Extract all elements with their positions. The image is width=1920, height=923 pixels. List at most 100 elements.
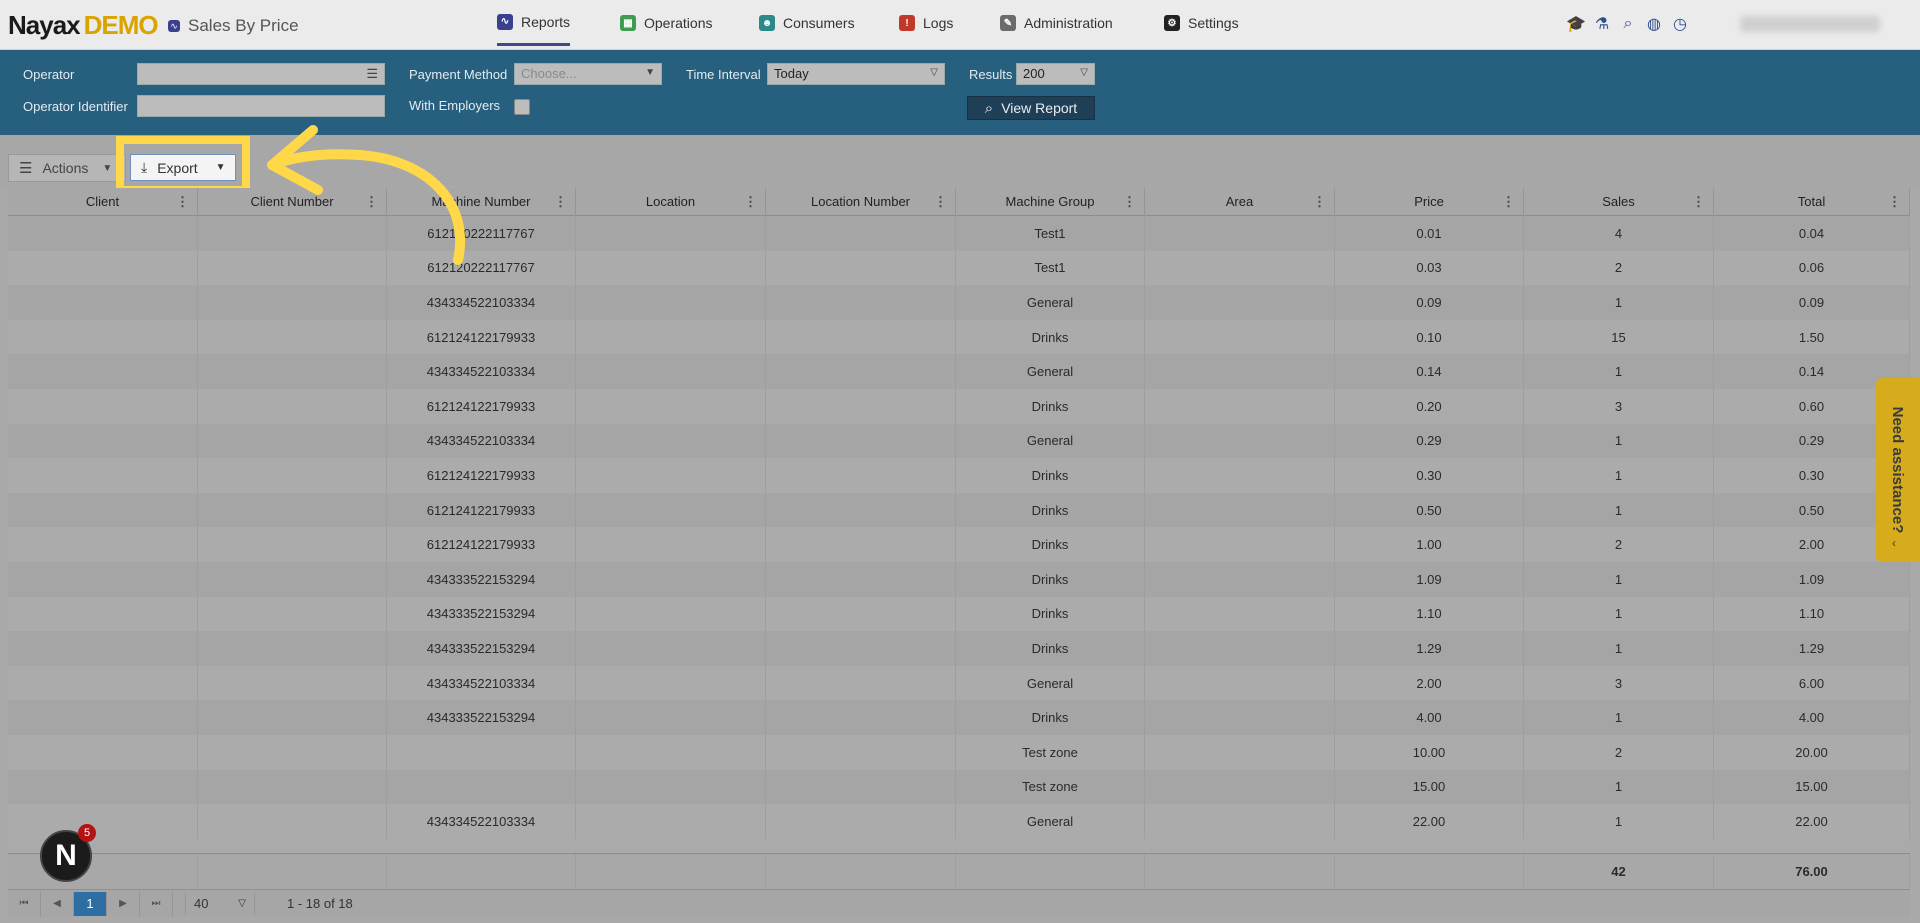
table-cell (198, 250, 387, 286)
academy-icon[interactable]: 🎓 (1566, 14, 1586, 34)
actions-button[interactable]: ☰ Actions ▼ (8, 154, 126, 182)
logs-icon: ! (899, 15, 915, 31)
view-report-button[interactable]: ⌕ View Report (967, 96, 1095, 120)
globe-icon[interactable]: ◍ (1644, 14, 1664, 34)
table-cell: Test zone (956, 769, 1145, 805)
column-header[interactable]: Sales ⋮ (1524, 188, 1714, 216)
nav-consumers[interactable]: ☻ Consumers (759, 0, 855, 46)
table-row[interactable]: 434334522103334 General 0.14 1 0.14 (8, 354, 1910, 389)
table-cell (1145, 596, 1335, 632)
nav-reports[interactable]: ∿ Reports (497, 0, 571, 46)
totals-cell (956, 854, 1145, 888)
table-row[interactable]: Test zone 15.00 1 15.00 (8, 769, 1910, 805)
prev-page-button[interactable]: ◀ (41, 890, 74, 917)
with-employers-checkbox[interactable] (514, 99, 530, 115)
table-row[interactable]: 434334522103334 General 22.00 1 22.00 (8, 804, 1910, 839)
lab-icon[interactable]: ⚗ (1592, 14, 1612, 34)
results-select[interactable]: 200 ▽ (1016, 63, 1095, 85)
table-row[interactable]: 434333522153294 Drinks 4.00 1 4.00 (8, 700, 1910, 735)
top-bar: Nayax DEMO ∿ Sales By Price ∿ Reports ▦ O… (0, 0, 1920, 50)
table-cell (766, 769, 956, 805)
table-cell (1145, 804, 1335, 839)
grid-totals-row: 42 76.00 (8, 853, 1910, 888)
nayax-logo[interactable]: Nayax DEMO (8, 10, 159, 41)
column-menu-icon[interactable]: ⋮ (1502, 188, 1515, 216)
operator-identifier-input[interactable] (137, 95, 385, 117)
nav-administration[interactable]: ✎ Administration (1000, 0, 1113, 46)
last-page-button[interactable]: ⏭ (140, 890, 173, 917)
page-size-select[interactable]: 40 ▽ (185, 892, 255, 915)
table-cell: 1 (1524, 769, 1714, 805)
table-cell: Drinks (956, 700, 1145, 735)
column-header[interactable]: Client Number ⋮ (198, 188, 387, 216)
column-menu-icon[interactable]: ⋮ (744, 188, 757, 216)
table-row[interactable]: 434334522103334 General 2.00 3 6.00 (8, 665, 1910, 701)
table-row[interactable]: 434333522153294 Drinks 1.10 1 1.10 (8, 596, 1910, 632)
table-cell: 1.50 (1714, 319, 1910, 355)
notifications-widget[interactable]: N 5 (40, 824, 96, 884)
column-header[interactable]: Price ⋮ (1335, 188, 1524, 216)
table-row[interactable]: 434334522103334 General 0.09 1 0.09 (8, 285, 1910, 320)
column-menu-icon[interactable]: ⋮ (176, 188, 189, 216)
table-row[interactable]: 434333522153294 Drinks 1.09 1 1.09 (8, 562, 1910, 597)
table-cell (1145, 216, 1335, 251)
table-cell: 0.20 (1335, 389, 1524, 424)
search-icon[interactable]: ⌕ (1618, 14, 1638, 34)
table-row[interactable]: 612124122179933 Drinks 0.30 1 0.30 (8, 458, 1910, 493)
current-page-button[interactable]: 1 (74, 891, 107, 916)
nav-settings[interactable]: ⚙ Settings (1164, 0, 1239, 46)
table-row[interactable]: 612120222117767 Test1 0.03 2 0.06 (8, 250, 1910, 286)
column-header[interactable]: Machine Group ⋮ (956, 188, 1145, 216)
table-row[interactable]: 612124122179933 Drinks 1.00 2 2.00 (8, 527, 1910, 562)
column-menu-icon[interactable]: ⋮ (934, 188, 947, 216)
settings-icon: ⚙ (1164, 15, 1180, 31)
column-menu-icon[interactable]: ⋮ (1888, 188, 1901, 216)
column-header[interactable]: Location ⋮ (576, 188, 766, 216)
first-page-button[interactable]: ⏮ (8, 890, 41, 917)
column-header[interactable]: Location Number ⋮ (766, 188, 956, 216)
column-menu-icon[interactable]: ⋮ (1313, 188, 1326, 216)
table-cell: 434334522103334 (387, 804, 576, 839)
table-cell (198, 285, 387, 320)
table-row[interactable]: 434334522103334 General 0.29 1 0.29 (8, 423, 1910, 459)
table-row[interactable]: 434333522153294 Drinks 1.29 1 1.29 (8, 631, 1910, 666)
column-menu-icon[interactable]: ⋮ (1123, 188, 1136, 216)
need-assistance-tab[interactable]: Need assistance? ‹ (1876, 378, 1920, 562)
table-cell (1145, 285, 1335, 320)
table-cell (576, 631, 766, 666)
table-row[interactable]: 612124122179933 Drinks 0.50 1 0.50 (8, 492, 1910, 528)
total-sales: 42 (1524, 854, 1714, 888)
column-header[interactable]: Client ⋮ (8, 188, 198, 216)
operator-input[interactable]: ☰ (137, 63, 385, 85)
column-header[interactable]: Area ⋮ (1145, 188, 1335, 216)
column-menu-icon[interactable]: ⋮ (365, 188, 378, 216)
nav-logs[interactable]: ! Logs (899, 0, 953, 46)
column-menu-icon[interactable]: ⋮ (554, 188, 567, 216)
table-cell (198, 389, 387, 424)
nav-operations[interactable]: ▦ Operations (620, 0, 712, 46)
table-cell: 612120222117767 (387, 250, 576, 286)
table-cell: 3 (1524, 665, 1714, 701)
table-cell: 0.04 (1714, 216, 1910, 251)
table-cell: 1.29 (1714, 631, 1910, 666)
clock-icon[interactable]: ◷ (1670, 14, 1690, 34)
table-row[interactable]: Test zone 10.00 2 20.00 (8, 735, 1910, 770)
table-cell (1145, 354, 1335, 389)
time-interval-select[interactable]: Today ▽ (767, 63, 945, 85)
table-cell (766, 285, 956, 320)
list-icon[interactable]: ☰ (366, 66, 378, 82)
table-cell (8, 216, 198, 251)
table-cell (1145, 319, 1335, 355)
column-menu-icon[interactable]: ⋮ (1692, 188, 1705, 216)
payment-method-select[interactable]: Choose... ▼ (514, 63, 662, 85)
column-header[interactable]: Machine Number ⋮ (387, 188, 576, 216)
table-cell (576, 769, 766, 805)
table-row[interactable]: 612120222117767 Test1 0.01 4 0.04 (8, 216, 1910, 251)
table-cell: 0.01 (1335, 216, 1524, 251)
table-cell (576, 492, 766, 528)
column-header[interactable]: Total ⋮ (1714, 188, 1910, 216)
next-page-button[interactable]: ▶ (107, 890, 140, 917)
user-name-blurred[interactable] (1740, 16, 1880, 32)
table-row[interactable]: 612124122179933 Drinks 0.20 3 0.60 (8, 389, 1910, 424)
table-row[interactable]: 612124122179933 Drinks 0.10 15 1.50 (8, 319, 1910, 355)
